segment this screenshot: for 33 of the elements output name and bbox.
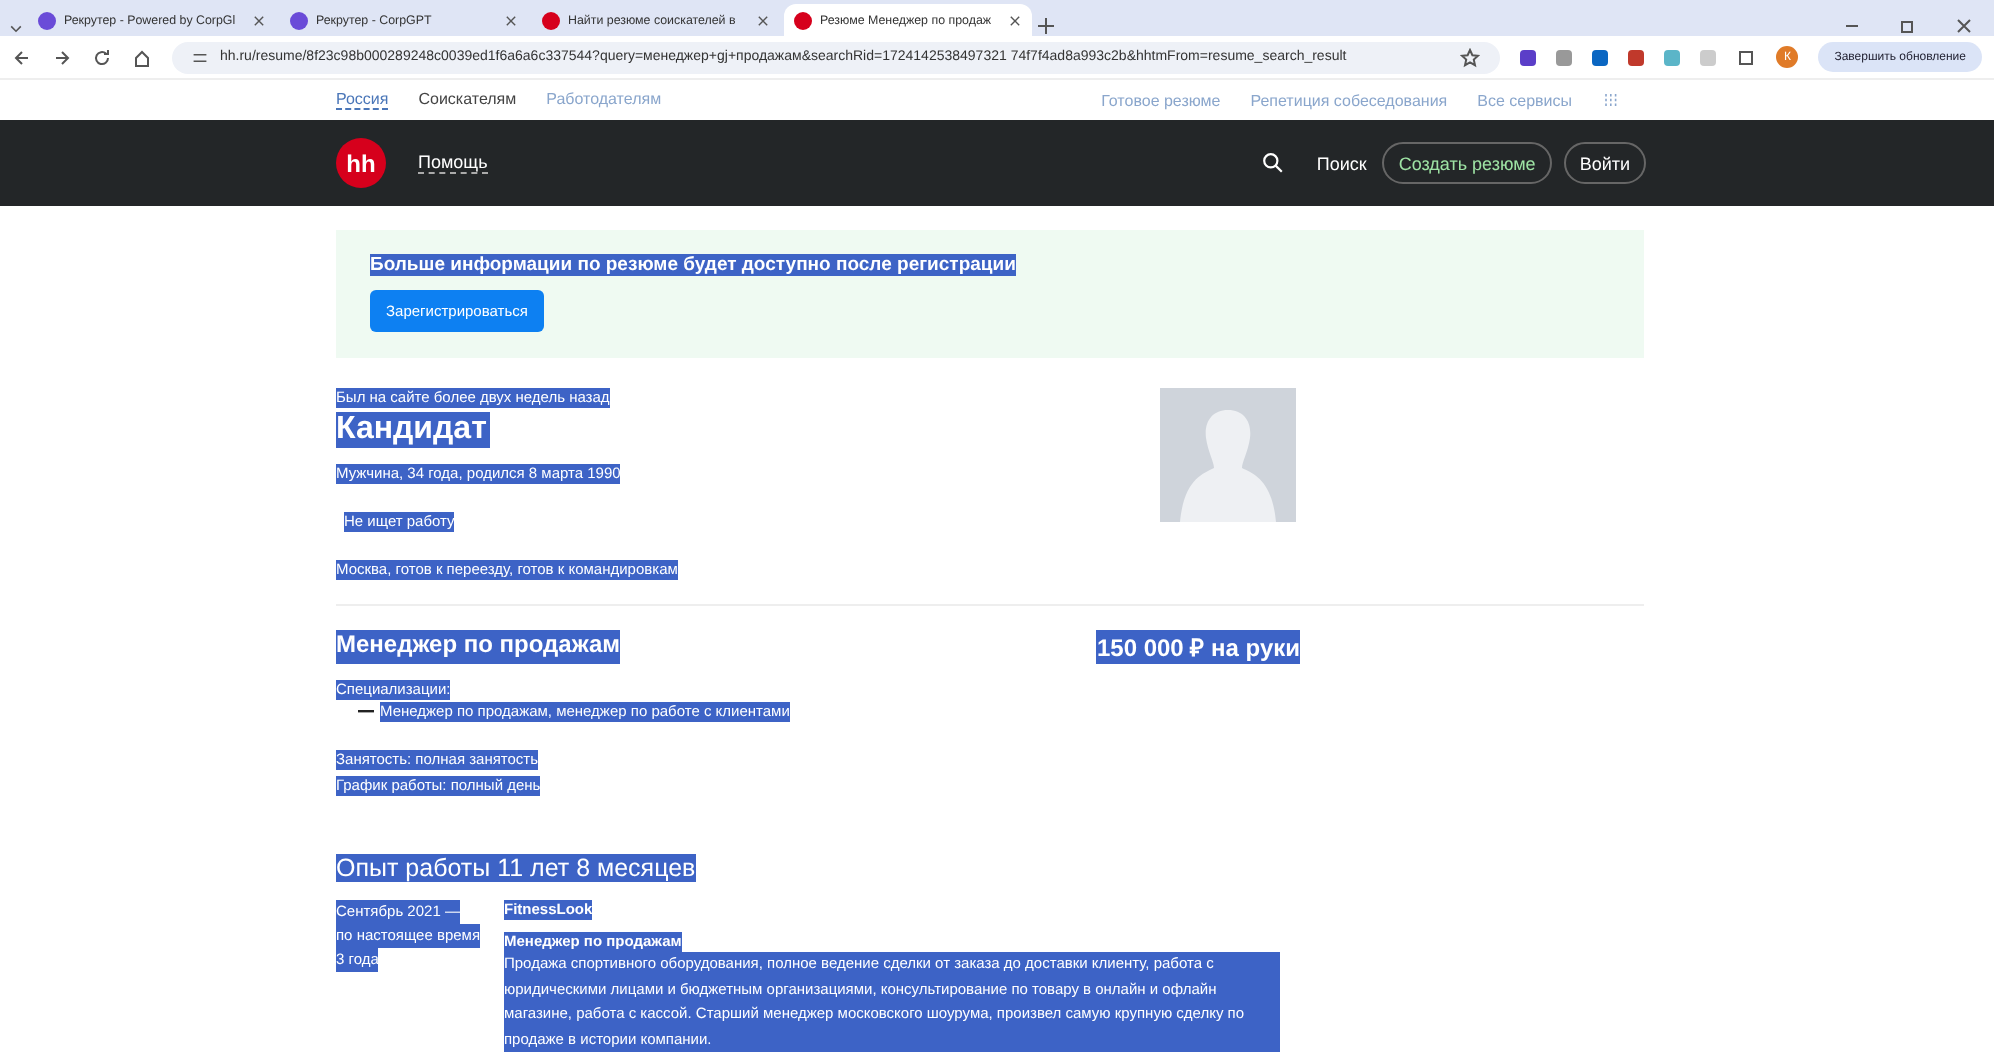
- forward-icon[interactable]: [52, 47, 72, 67]
- back-icon[interactable]: [12, 47, 32, 67]
- search-icon[interactable]: [1262, 152, 1285, 174]
- close-icon[interactable]: [756, 13, 770, 27]
- salary-text: 150 000 ₽ на руки: [1096, 630, 1300, 664]
- close-icon[interactable]: [504, 13, 518, 27]
- login-button[interactable]: Войти: [1563, 142, 1646, 184]
- search-link[interactable]: Поиск: [1316, 153, 1367, 173]
- candidate-name: Кандидат: [336, 412, 491, 448]
- new-tab-icon[interactable]: [1036, 16, 1056, 36]
- favicon-icon: [290, 11, 308, 29]
- close-icon[interactable]: [252, 13, 266, 27]
- experience-title: Опыт работы 11 лет 8 месяцев: [336, 854, 696, 882]
- reload-icon[interactable]: [92, 47, 112, 67]
- position-title: Менеджер по продажам: [336, 630, 621, 664]
- help-link[interactable]: Помощь: [418, 152, 488, 174]
- dash-icon: [358, 710, 374, 714]
- favicon-icon: [542, 11, 560, 29]
- favicon-icon: [794, 11, 812, 29]
- favicon-icon: [38, 11, 56, 29]
- create-resume-button[interactable]: Создать резюме: [1382, 142, 1552, 184]
- region-link[interactable]: Соискателям: [418, 90, 517, 110]
- close-icon[interactable]: [1008, 13, 1022, 27]
- site-settings-icon[interactable]: [192, 49, 208, 65]
- chevron-down-icon[interactable]: [8, 20, 24, 36]
- home-icon[interactable]: [132, 47, 152, 67]
- close-icon[interactable]: [1954, 16, 1974, 36]
- person-silhouette-icon: [1178, 406, 1278, 522]
- star-icon[interactable]: [1460, 47, 1481, 67]
- logo[interactable]: hh: [336, 138, 386, 188]
- restore-icon[interactable]: [1898, 16, 1918, 36]
- banner-text: Больше информации по резюме будет доступно после регистрации: [370, 254, 1016, 276]
- region-link[interactable]: Россия: [336, 90, 389, 110]
